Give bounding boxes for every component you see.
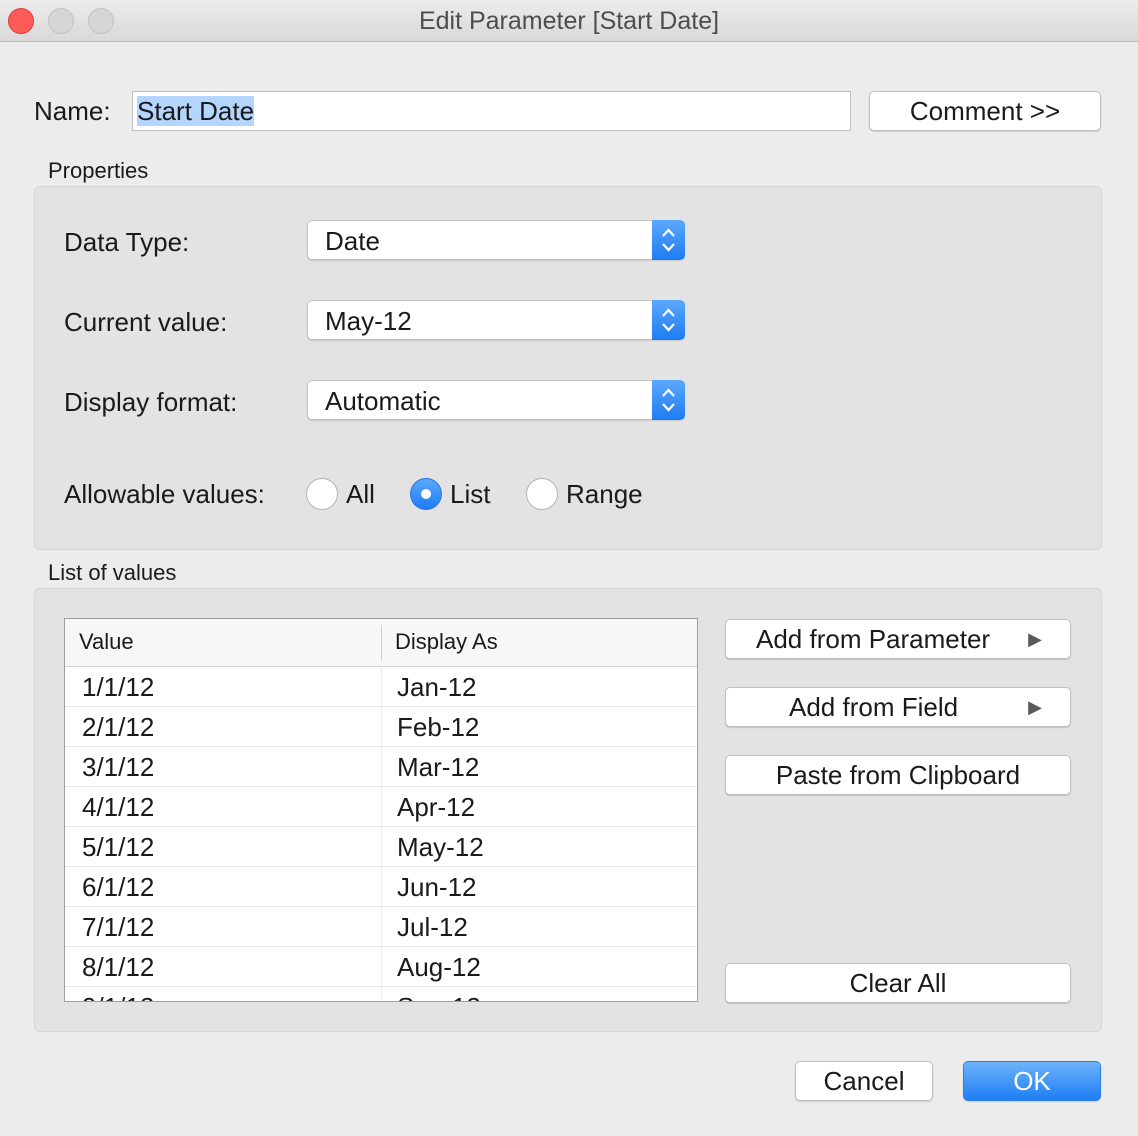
comment-button[interactable]: Comment >> (869, 91, 1101, 131)
data-type-label: Data Type: (64, 227, 190, 257)
cell-value: 8/1/12 (82, 952, 155, 982)
column-header-value[interactable]: Value (79, 619, 134, 665)
table-row[interactable]: 5/1/12 May-12 (65, 827, 697, 867)
display-format-label: Display format: (64, 387, 238, 417)
table-row[interactable]: 3/1/12 Mar-12 (65, 747, 697, 787)
cell-display-as: Jun-12 (397, 872, 477, 902)
triangle-right-icon: ▶ (1028, 629, 1042, 649)
column-header-display-as[interactable]: Display As (395, 619, 498, 665)
table-row[interactable]: 8/1/12 Aug-12 (65, 947, 697, 987)
current-value-label: Current value: (64, 307, 228, 337)
cell-value: 4/1/12 (82, 792, 155, 822)
chevron-updown-icon (652, 300, 685, 340)
data-type-value: Date (325, 226, 380, 256)
table-row[interactable]: 7/1/12 Jul-12 (65, 907, 697, 947)
name-label: Name: (34, 96, 111, 126)
cell-value: 7/1/12 (82, 912, 155, 942)
add-from-parameter-label: Add from Parameter (756, 624, 991, 654)
properties-section-label: Properties (48, 158, 149, 183)
list-of-values-section-label: List of values (48, 560, 177, 585)
cell-display-as: Jan-12 (397, 672, 477, 702)
radio-list-label[interactable]: List (450, 477, 490, 511)
radio-all-label[interactable]: All (346, 477, 375, 511)
clear-all-button[interactable]: Clear All (725, 963, 1071, 1003)
add-from-field-button[interactable]: Add from Field ▶ (725, 687, 1071, 727)
ok-button[interactable]: OK (963, 1061, 1101, 1101)
cell-value: 1/1/12 (82, 672, 155, 702)
cell-display-as: May-12 (397, 832, 484, 862)
radio-all[interactable] (306, 478, 338, 510)
display-format-value: Automatic (325, 386, 441, 416)
column-divider[interactable] (381, 625, 382, 661)
cancel-button[interactable]: Cancel (795, 1061, 933, 1101)
name-input[interactable]: Start Date (132, 91, 851, 131)
cell-display-as: Aug-12 (397, 952, 481, 982)
table-row[interactable]: 2/1/12 Feb-12 (65, 707, 697, 747)
radio-list[interactable] (410, 478, 442, 510)
cell-display-as: Apr-12 (397, 792, 476, 822)
cell-display-as: Jul-12 (397, 912, 468, 942)
current-value-value: May-12 (325, 306, 412, 336)
data-type-select[interactable]: Date (307, 220, 685, 260)
cell-value: 9/1/12 (82, 987, 154, 1001)
table-row[interactable]: 1/1/12 Jan-12 (65, 667, 697, 707)
cell-value: 5/1/12 (82, 832, 155, 862)
add-from-field-label: Add from Field (789, 692, 959, 722)
values-table[interactable]: Value Display As 1/1/12 Jan-12 2/1/12 Feb-… (64, 618, 698, 1002)
cell-display-as: Sep-12 (397, 987, 481, 1001)
allowable-values-label: Allowable values: (64, 479, 265, 509)
cell-value: 2/1/12 (82, 712, 155, 742)
table-row[interactable]: 4/1/12 Apr-12 (65, 787, 697, 827)
paste-from-clipboard-button[interactable]: Paste from Clipboard (725, 755, 1071, 795)
cell-display-as: Mar-12 (397, 752, 480, 782)
table-body: 1/1/12 Jan-12 2/1/12 Feb-12 3/1/12 Mar-12 4… (65, 667, 697, 1001)
chevron-updown-icon (652, 380, 685, 420)
add-from-parameter-button[interactable]: Add from Parameter ▶ (725, 619, 1071, 659)
radio-range[interactable] (526, 478, 558, 510)
window-title: Edit Parameter [Start Date] (418, 7, 720, 35)
name-input-value: Start Date (137, 96, 255, 126)
chevron-updown-icon (652, 220, 685, 260)
table-header: Value Display As (65, 619, 697, 667)
display-format-select[interactable]: Automatic (307, 380, 685, 420)
triangle-right-icon: ▶ (1028, 697, 1042, 717)
title-bar: Edit Parameter [Start Date] (0, 0, 1138, 42)
cell-value: 3/1/12 (82, 752, 155, 782)
radio-range-label[interactable]: Range (566, 477, 643, 511)
cell-display-as: Feb-12 (397, 712, 480, 742)
table-row[interactable]: 6/1/12 Jun-12 (65, 867, 697, 907)
current-value-select[interactable]: May-12 (307, 300, 685, 340)
cell-value: 6/1/12 (82, 872, 155, 902)
table-row[interactable]: 9/1/12 Sep-12 (65, 987, 697, 1001)
